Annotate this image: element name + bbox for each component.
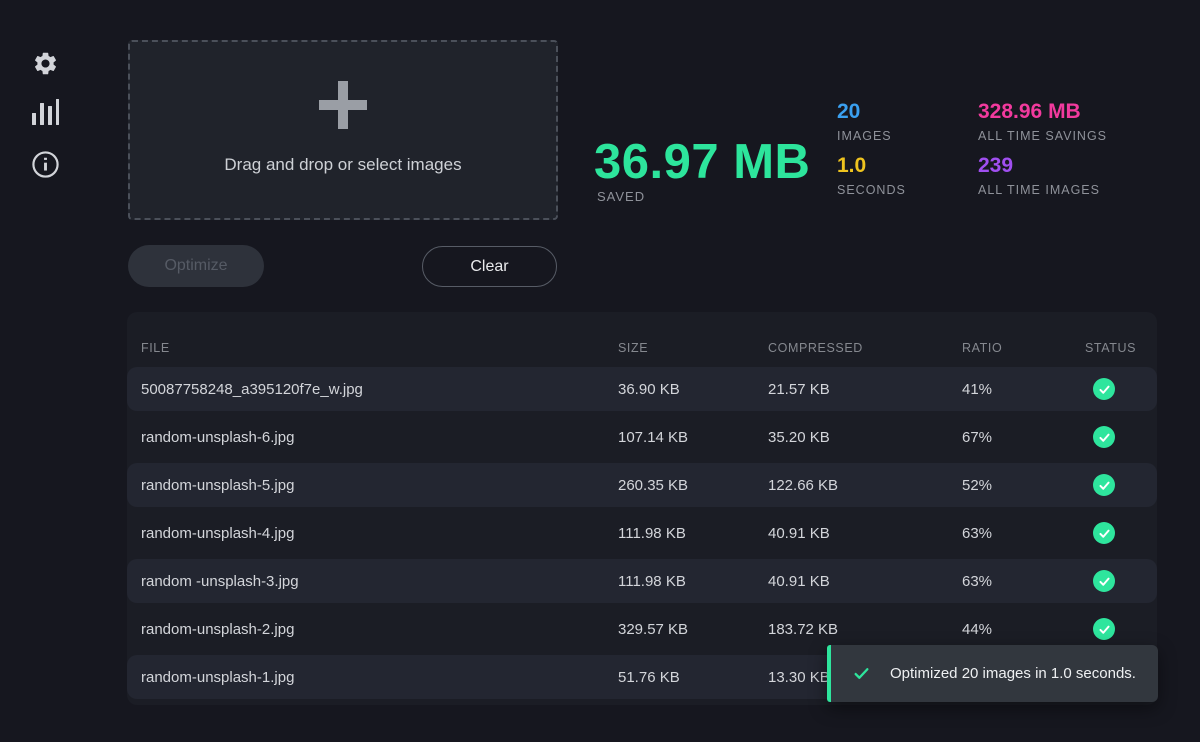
table-row: random-unsplash-4.jpg 111.98 KB 40.91 KB…	[127, 511, 1157, 555]
compressed-size: 183.72 KB	[768, 621, 962, 638]
compressed-size: 40.91 KB	[768, 573, 962, 590]
file-size: 51.76 KB	[618, 669, 768, 686]
plus-icon	[319, 81, 367, 129]
check-icon	[853, 665, 870, 682]
gear-icon	[32, 50, 59, 77]
toast-message: Optimized 20 images in 1.0 seconds.	[890, 665, 1136, 682]
all-time-savings-value: 328.96 MB	[978, 99, 1148, 125]
ratio-value: 63%	[962, 573, 1085, 590]
all-time-images-value: 239	[978, 153, 1148, 179]
bar-chart-icon	[31, 96, 59, 126]
all-time-stats: 328.96 MB ALL TIME SAVINGS 239 ALL TIME …	[978, 99, 1148, 207]
column-header-size: SIZE	[618, 341, 768, 355]
compressed-size: 21.57 KB	[768, 381, 962, 398]
clear-button[interactable]: Clear	[422, 246, 557, 287]
file-size: 36.90 KB	[618, 381, 768, 398]
dropzone-label: Drag and drop or select images	[224, 155, 461, 175]
file-name: random-unsplash-5.jpg	[141, 477, 618, 494]
column-header-file: FILE	[141, 341, 618, 355]
optimize-button[interactable]: Optimize	[128, 245, 264, 287]
saved-label: SAVED	[597, 189, 645, 204]
file-name: random-unsplash-1.jpg	[141, 669, 618, 686]
check-circle-icon	[1093, 474, 1115, 496]
file-name: 50087758248_a395120f7e_w.jpg	[141, 381, 618, 398]
check-circle-icon	[1093, 570, 1115, 592]
ratio-value: 63%	[962, 525, 1085, 542]
toast-notification: Optimized 20 images in 1.0 seconds.	[827, 645, 1158, 702]
check-circle-icon	[1093, 378, 1115, 400]
all-time-images-label: ALL TIME IMAGES	[978, 183, 1148, 197]
ratio-value: 44%	[962, 621, 1085, 638]
table-header: FILE SIZE COMPRESSED RATIO STATUS	[127, 328, 1157, 367]
compressed-size: 35.20 KB	[768, 429, 962, 446]
column-header-compressed: COMPRESSED	[768, 341, 962, 355]
sidebar	[0, 0, 88, 742]
file-size: 107.14 KB	[618, 429, 768, 446]
table-row: 50087758248_a395120f7e_w.jpg 36.90 KB 21…	[127, 367, 1157, 411]
file-name: random -unsplash-3.jpg	[141, 573, 618, 590]
file-name: random-unsplash-2.jpg	[141, 621, 618, 638]
file-name: random-unsplash-4.jpg	[141, 525, 618, 542]
settings-button[interactable]	[30, 48, 60, 78]
saved-value: 36.97 MB	[594, 134, 810, 190]
check-circle-icon	[1093, 522, 1115, 544]
table-row: random-unsplash-6.jpg 107.14 KB 35.20 KB…	[127, 415, 1157, 459]
table-row: random-unsplash-5.jpg 260.35 KB 122.66 K…	[127, 463, 1157, 507]
file-size: 111.98 KB	[618, 573, 768, 590]
file-size: 111.98 KB	[618, 525, 768, 542]
file-name: random-unsplash-6.jpg	[141, 429, 618, 446]
check-circle-icon	[1093, 618, 1115, 640]
compressed-size: 40.91 KB	[768, 525, 962, 542]
dropzone[interactable]: Drag and drop or select images	[128, 40, 558, 220]
compressed-size: 122.66 KB	[768, 477, 962, 494]
check-circle-icon	[1093, 426, 1115, 448]
file-size: 260.35 KB	[618, 477, 768, 494]
ratio-value: 41%	[962, 381, 1085, 398]
ratio-value: 52%	[962, 477, 1085, 494]
ratio-value: 67%	[962, 429, 1085, 446]
all-time-savings-label: ALL TIME SAVINGS	[978, 129, 1148, 143]
info-icon	[31, 150, 60, 179]
table-row: random -unsplash-3.jpg 111.98 KB 40.91 K…	[127, 559, 1157, 603]
stats-button[interactable]	[30, 96, 60, 126]
about-button[interactable]	[30, 149, 60, 179]
column-header-ratio: RATIO	[962, 341, 1085, 355]
column-header-status: STATUS	[1085, 341, 1157, 355]
app-window: Drag and drop or select images 36.97 MB …	[0, 0, 1200, 742]
file-size: 329.57 KB	[618, 621, 768, 638]
